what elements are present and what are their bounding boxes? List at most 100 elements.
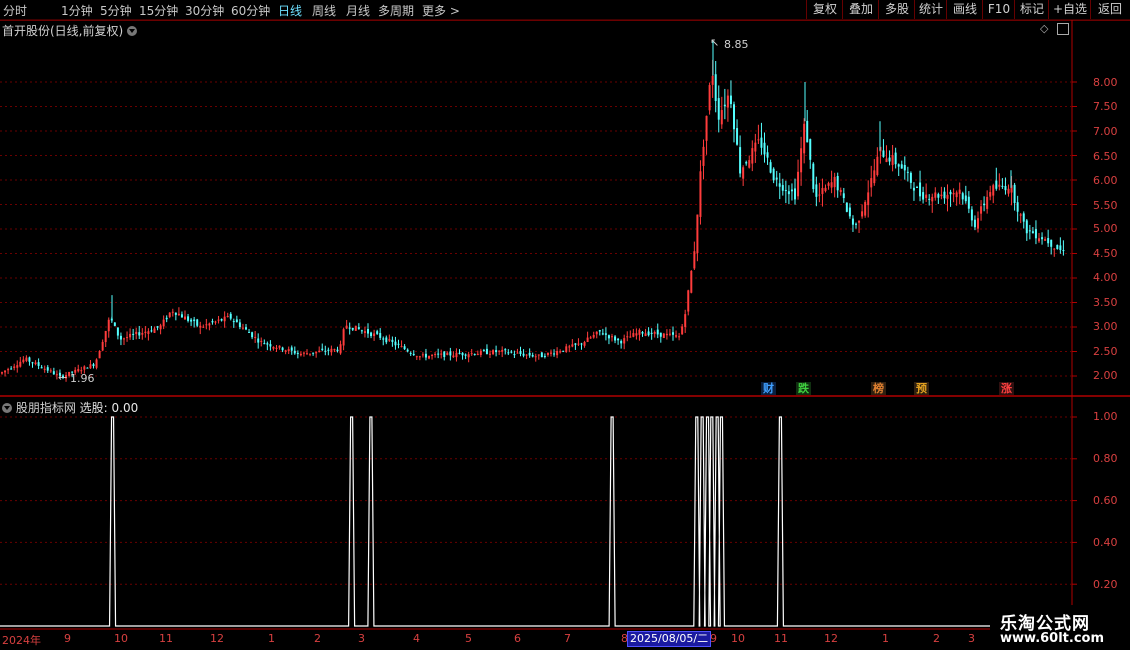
date-tick: 9 — [64, 632, 71, 645]
candle-body — [925, 194, 928, 199]
kline-chart[interactable] — [0, 0, 1130, 650]
candle-body — [696, 214, 699, 254]
candle-body — [513, 354, 516, 356]
date-tick: 5 — [465, 632, 472, 645]
date-tick: 1 — [882, 632, 889, 645]
candle-body — [492, 350, 495, 355]
news-badge-forecast[interactable]: 预 — [914, 382, 929, 395]
news-badge-finance[interactable]: 财 — [761, 382, 776, 395]
candle-body — [827, 183, 830, 186]
candle-body — [720, 110, 723, 125]
candle-body — [949, 191, 952, 195]
candle-body — [983, 203, 986, 206]
candle-body — [647, 331, 650, 336]
candle-body — [434, 353, 437, 355]
candle-body — [550, 352, 552, 354]
candle-body — [855, 223, 857, 225]
candle-body — [745, 162, 748, 164]
candle-body — [281, 347, 284, 351]
candle-body — [263, 343, 266, 345]
candle-body — [839, 190, 842, 193]
candle-body — [269, 344, 272, 347]
indicator-title[interactable]: 股朋指标网 选股: 0.00 — [2, 399, 138, 416]
candle-body — [254, 336, 257, 338]
news-badge-drop[interactable]: 跌 — [796, 382, 811, 395]
candle-body — [113, 322, 116, 326]
low-price-value: 1.96 — [70, 372, 95, 385]
candle-body — [479, 350, 482, 355]
candle-body — [1004, 185, 1007, 191]
candle-body — [961, 193, 964, 200]
news-badge-rank[interactable]: 榜 — [871, 382, 886, 395]
candle-body — [306, 353, 308, 355]
candle-body — [607, 335, 610, 339]
candle-body — [370, 332, 373, 337]
candle-body — [867, 192, 870, 206]
candle-body — [641, 331, 644, 334]
candle-body — [266, 343, 269, 345]
candle-body — [598, 330, 601, 332]
candle-body — [711, 75, 714, 85]
candle-body — [129, 333, 132, 338]
candle-body — [1031, 231, 1034, 234]
candle-body — [208, 323, 211, 326]
diamond-icon[interactable]: ◇ — [1040, 22, 1048, 35]
candle-body — [214, 321, 217, 323]
candle-body — [101, 341, 104, 351]
candle-body — [498, 350, 501, 352]
candle-body — [824, 187, 827, 192]
candle-body — [345, 325, 348, 329]
candle-body — [858, 220, 861, 223]
candle-body — [778, 183, 781, 187]
date-tick: 6 — [514, 632, 521, 645]
date-tick: 11 — [159, 632, 173, 645]
candle-body — [1062, 250, 1065, 252]
news-badge-rise[interactable]: 涨 — [999, 382, 1014, 395]
candle-body — [537, 354, 540, 356]
candle-body — [812, 163, 815, 190]
candle-body — [754, 142, 757, 152]
candle-body — [461, 352, 464, 356]
candle-body — [357, 327, 360, 330]
candle-body — [504, 349, 507, 351]
candle-body — [86, 367, 89, 369]
candle-body — [604, 333, 607, 335]
candle-body — [174, 312, 177, 315]
candle-body — [132, 333, 135, 335]
candle-body — [165, 317, 168, 320]
candle-body — [931, 196, 934, 202]
candle-body — [1056, 244, 1059, 250]
candle-body — [653, 332, 656, 334]
date-tick: 2 — [314, 632, 321, 645]
main-chart-title[interactable]: 首开股份(日线,前复权) — [2, 22, 138, 39]
candle-body — [909, 172, 912, 183]
candle-body — [528, 352, 531, 356]
candle-body — [135, 331, 138, 335]
candle-body — [763, 142, 766, 155]
candle-body — [437, 353, 440, 355]
candle-body — [7, 369, 10, 371]
candle-body — [675, 335, 678, 337]
chevron-down-icon[interactable] — [127, 26, 138, 36]
candle-body — [391, 339, 394, 342]
candle-body — [299, 353, 302, 356]
candle-body — [107, 319, 110, 332]
chevron-down-icon[interactable] — [2, 403, 12, 413]
candle-body — [1, 372, 3, 374]
candle-body — [119, 335, 122, 340]
candle-body — [611, 336, 613, 338]
panel-toggle-icon[interactable] — [1057, 23, 1069, 35]
candle-body — [476, 353, 479, 356]
candle-body — [815, 184, 818, 197]
candle-body — [171, 311, 174, 313]
candle-body — [845, 202, 848, 212]
candle-body — [540, 352, 543, 358]
candle-body — [726, 95, 729, 108]
candle-body — [842, 193, 845, 199]
candle-body — [223, 316, 226, 322]
date-tick: 10 — [731, 632, 745, 645]
candle-body — [485, 348, 488, 355]
candle-body — [333, 349, 336, 351]
candle-body — [687, 290, 690, 312]
candle-body — [900, 164, 903, 169]
